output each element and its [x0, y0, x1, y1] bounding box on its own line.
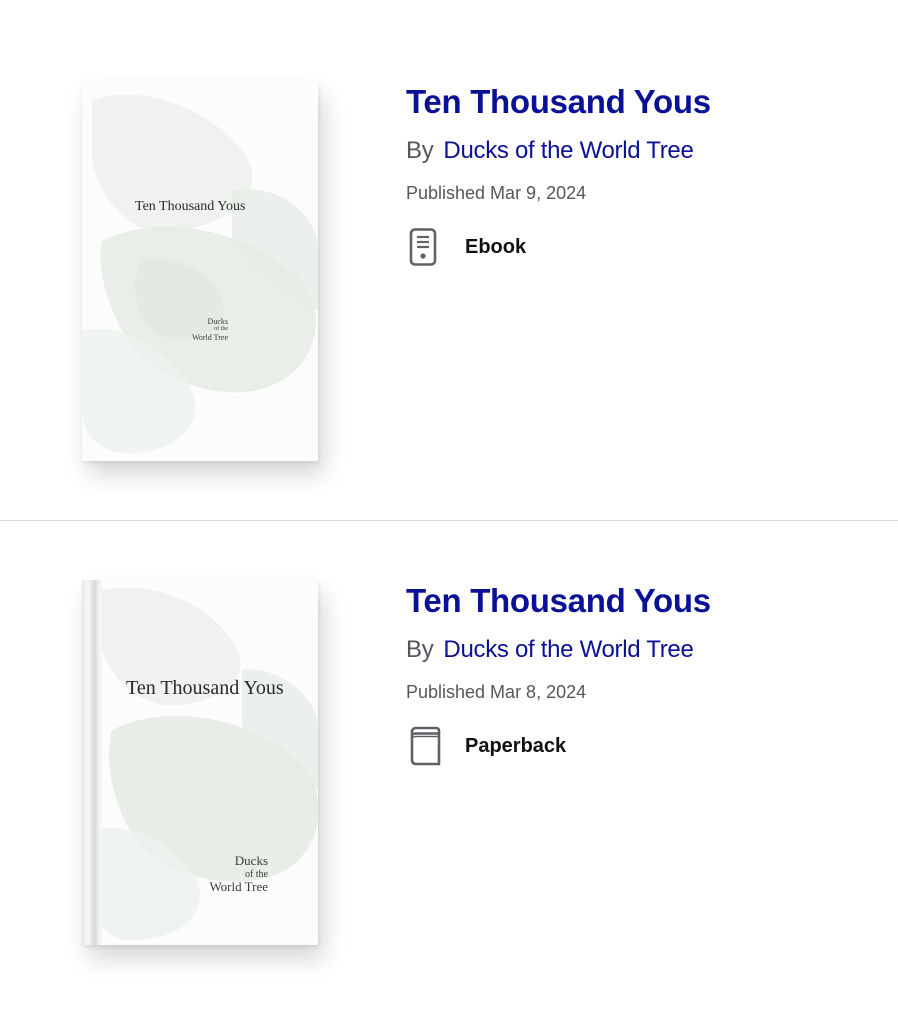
cover-author: Ducks of the World Tree	[178, 317, 228, 342]
author-link[interactable]: Ducks of the World Tree	[443, 636, 693, 663]
cover-title: Ten Thousand Yous	[135, 199, 246, 214]
cover-author-line: World Tree	[191, 333, 228, 343]
format-paperback: Paperback	[406, 726, 711, 766]
book-result: Ten Thousand Yous Ducks of the World Tre…	[0, 521, 898, 1023]
book-cover[interactable]: Ten Thousand Yous Ducks of the World Tre…	[82, 81, 318, 461]
cover-author-line: World Tree	[209, 879, 268, 895]
book-info: Ten Thousand Yous By Ducks of the World T…	[406, 579, 711, 766]
book-info: Ten Thousand Yous By Ducks of the World T…	[406, 80, 711, 267]
paperback-icon	[406, 726, 446, 766]
published-date: Published Mar 9, 2024	[406, 183, 587, 203]
format-label: Ebook	[465, 235, 527, 258]
book-cover[interactable]: Ten Thousand Yous Ducks of the World Tre…	[82, 580, 318, 945]
format-ebook: Ebook	[406, 227, 711, 267]
cover-title: Ten Thousand Yous	[126, 677, 284, 699]
cover-author-line: Ducks	[234, 853, 268, 868]
byline: By Ducks of the World Tree	[406, 136, 711, 166]
author-link[interactable]: Ducks of the World Tree	[443, 137, 693, 164]
by-label: By	[406, 636, 434, 663]
by-label: By	[406, 137, 434, 164]
cover-author-line: Ducks	[207, 317, 228, 326]
cover-art	[82, 94, 318, 454]
ebook-icon	[406, 227, 446, 267]
byline: By Ducks of the World Tree	[406, 635, 711, 665]
book-title-link[interactable]: Ten Thousand Yous	[406, 579, 711, 623]
published-date: Published Mar 8, 2024	[406, 682, 587, 702]
cover-author: Ducks of the World Tree	[192, 853, 268, 895]
book-spine	[82, 580, 102, 945]
book-title-link[interactable]: Ten Thousand Yous	[406, 80, 711, 124]
book-result: Ten Thousand Yous Ducks of the World Tre…	[0, 0, 898, 520]
format-label: Paperback	[465, 734, 567, 757]
cover-author-line: of the	[214, 326, 228, 333]
